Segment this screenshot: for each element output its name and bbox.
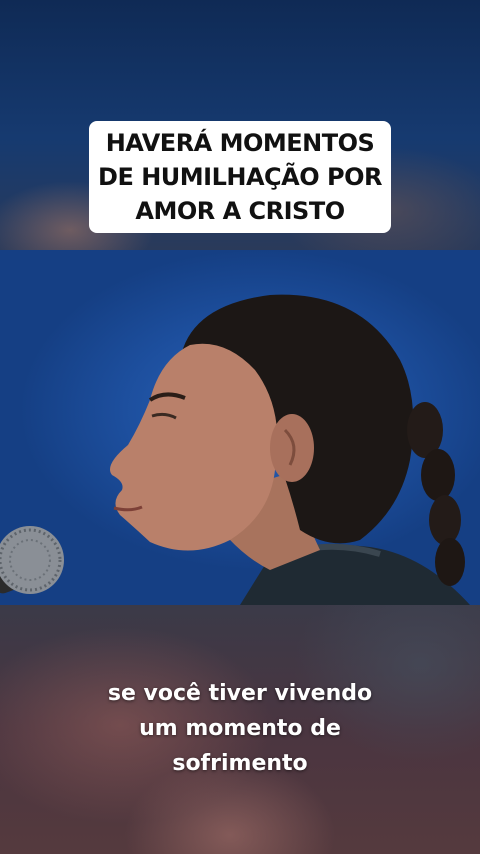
- caption-title-line: HAVERÁ MOMENTOS: [105, 129, 375, 157]
- subtitle-line: um momento de: [139, 716, 341, 741]
- caption-title-line: DE HUMILHAÇÃO POR: [98, 163, 382, 191]
- subtitle-line: se você tiver vivendo: [107, 681, 373, 706]
- braid-segment: [421, 449, 455, 501]
- microphone-icon: [0, 526, 64, 594]
- braid-segment: [435, 538, 465, 586]
- caption-title: HAVERÁ MOMENTOS DE HUMILHAÇÃO POR AMOR A…: [94, 126, 386, 228]
- video-frame[interactable]: [0, 250, 480, 605]
- ear-shape: [270, 414, 314, 482]
- caption-title-line: AMOR A CRISTO: [135, 197, 345, 225]
- face-shape: [110, 343, 278, 551]
- singer-illustration: [0, 294, 470, 605]
- video-subtitle: se você tiver vivendo um momento de sofr…: [40, 676, 440, 781]
- subtitle-line: sofrimento: [172, 751, 308, 776]
- braid-segment: [429, 495, 461, 545]
- caption-title-box: HAVERÁ MOMENTOS DE HUMILHAÇÃO POR AMOR A…: [89, 121, 391, 233]
